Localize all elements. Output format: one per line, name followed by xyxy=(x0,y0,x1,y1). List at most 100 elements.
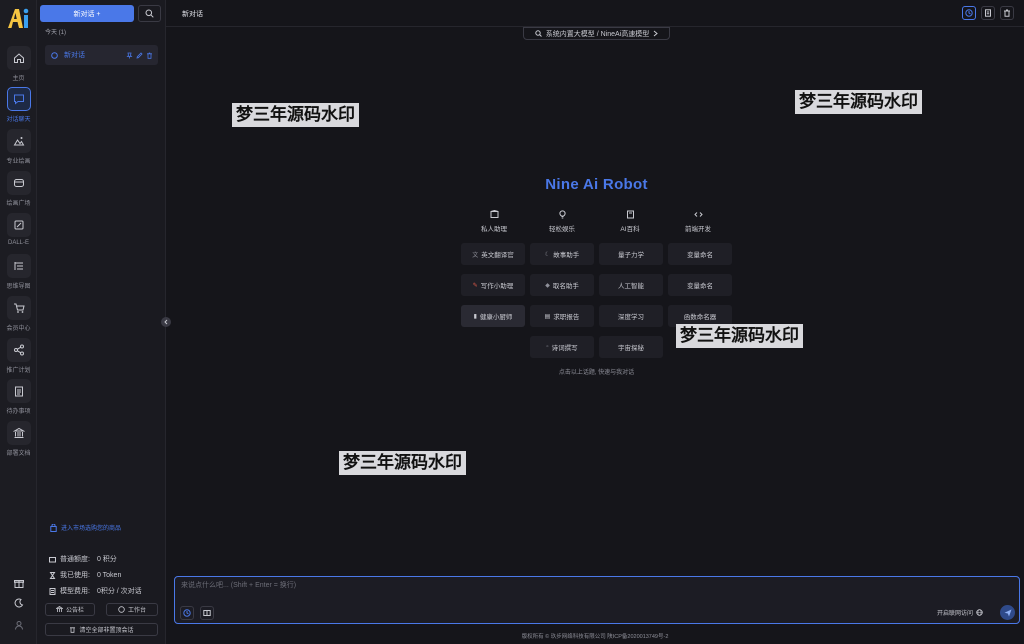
market-link-label: 进入市场选购您的商品 xyxy=(61,526,122,532)
prompt-button[interactable]: ▮ 健康小厨师 xyxy=(461,305,525,327)
rail-item-home[interactable]: 主页 xyxy=(0,46,37,86)
rail-item-dalle[interactable]: DALL-E xyxy=(0,213,37,253)
new-chat-button[interactable]: 新对话 + xyxy=(40,5,134,22)
box-icon xyxy=(490,209,498,218)
rail-label: 部署文档 xyxy=(6,451,31,457)
category-label: 私人助理 xyxy=(481,226,507,233)
welcome-hero: Nine Ai Robot 私人助理 轻松娱乐 AI百科 前端开发 文 英文翻译… xyxy=(460,176,733,376)
rail-item-todo[interactable]: 待办事项 xyxy=(0,379,37,419)
app-root: 主页 对话聊天 专业绘画 绘画广场 DALL-E 思维导图 会员中心 推广计划 xyxy=(0,0,1024,644)
book-icon xyxy=(626,210,634,219)
send-button[interactable] xyxy=(1000,605,1015,620)
balance-value: 0积分 / 次对话 xyxy=(96,588,142,595)
prompt-button[interactable]: ✎ 写作小助理 xyxy=(461,274,525,296)
prompt-button[interactable]: 变量命名 xyxy=(668,274,732,296)
history-tool-button[interactable] xyxy=(180,606,194,620)
brand-title: Nine Ai Robot xyxy=(545,176,648,193)
delete-chat-button[interactable] xyxy=(1000,6,1014,20)
trash-icon xyxy=(70,627,76,633)
chat-bubble-icon xyxy=(51,51,58,59)
pin-icon[interactable] xyxy=(126,52,133,59)
rail-label: 会员中心 xyxy=(6,326,31,332)
moon-icon xyxy=(14,598,23,608)
poem-icon: ▫ xyxy=(546,344,549,350)
prompt-button[interactable]: 宇宙探秘 xyxy=(599,336,663,358)
workbench-label: 工作台 xyxy=(127,608,146,614)
clear-conversations-button[interactable]: 清空全部非置顶会话 xyxy=(45,623,158,636)
announcement-label: 公告栏 xyxy=(65,608,84,614)
prompt-button[interactable]: ◆ 取名助手 xyxy=(530,274,594,296)
search-icon xyxy=(535,30,542,37)
globe-icon xyxy=(976,609,983,616)
delete-icon[interactable] xyxy=(146,52,153,59)
hourglass-icon xyxy=(49,571,56,579)
chat-list-panel: 新对话 + 今天 (1) 新对话 进入市场选购您的商品 普通额度: 0 积分 我… xyxy=(37,0,166,644)
watermark: 梦三年源码水印 xyxy=(339,451,466,475)
prompt-label: 取名助手 xyxy=(552,283,579,290)
category-label: AI百科 xyxy=(620,226,640,233)
clipboard-icon xyxy=(6,379,31,403)
balance-label: 我已使用: xyxy=(60,572,90,579)
market-link[interactable]: 进入市场选购您的商品 xyxy=(50,523,121,532)
prompt-button[interactable]: ☾ 故事助手 xyxy=(530,243,594,265)
prompt-button[interactable]: 量子力学 xyxy=(599,243,663,265)
translate-icon: 文 xyxy=(472,252,479,259)
chat-list-item[interactable]: 新对话 xyxy=(45,45,158,65)
message-input[interactable] xyxy=(181,580,881,596)
watermark: 梦三年源码水印 xyxy=(676,324,803,348)
prompt-label: 写作小助理 xyxy=(480,283,514,290)
announcement-button[interactable]: 公告栏 xyxy=(45,603,95,616)
prompt-button[interactable]: 文 英文翻译官 xyxy=(461,243,525,265)
footer-copyright: 版权所有 © 玖步网络科技有限公司 陕ICP备2020013749号-2 xyxy=(521,634,669,640)
document-icon xyxy=(985,9,991,17)
balance-label: 模型费用: xyxy=(60,588,90,595)
prompt-label: 人工智能 xyxy=(618,283,644,290)
top-toolbar xyxy=(962,6,1014,20)
category-personal-assistant: 私人助理 xyxy=(460,209,528,233)
edit-icon[interactable] xyxy=(136,51,143,59)
user-button[interactable] xyxy=(0,617,37,635)
bulb-icon xyxy=(558,210,566,219)
rail-label: 对话聊天 xyxy=(6,117,31,123)
clock-icon xyxy=(183,609,191,617)
search-icon xyxy=(145,9,154,18)
rail-item-docs[interactable]: 部署文档 xyxy=(0,421,37,461)
chevron-left-icon xyxy=(164,319,168,325)
rail-item-chat[interactable]: 对话聊天 xyxy=(0,87,37,127)
prompt-label: 故事助手 xyxy=(553,252,580,259)
workbench-button[interactable]: 工作台 xyxy=(106,603,158,616)
book-tool-button[interactable] xyxy=(200,606,214,620)
book-open-icon xyxy=(203,610,211,616)
model-selector[interactable]: 系统内置大模型 / NineAi高速模型 xyxy=(523,27,670,40)
chat-item-title: 新对话 xyxy=(64,52,85,59)
theme-toggle-button[interactable] xyxy=(0,595,37,613)
rail-item-painting[interactable]: 专业绘画 xyxy=(0,129,37,169)
rail-item-member[interactable]: 会员中心 xyxy=(0,296,37,336)
search-button[interactable] xyxy=(138,5,161,22)
prompt-hint: 点击以上话题, 快速与我对话 xyxy=(558,370,635,376)
prompt-button[interactable]: ▫ 诗词撰写 xyxy=(530,336,594,358)
collapse-panel-button[interactable] xyxy=(161,317,171,327)
web-access-toggle[interactable]: 开启联网访问 xyxy=(937,608,983,617)
prompt-label: 变量命名 xyxy=(687,252,713,259)
copy-button[interactable] xyxy=(981,6,995,20)
rail-item-promotion[interactable]: 推广计划 xyxy=(0,338,37,378)
prompt-button[interactable]: 深度学习 xyxy=(599,305,663,327)
prompt-button[interactable]: 变量命名 xyxy=(668,243,732,265)
prompt-button[interactable]: ▤ 求职报告 xyxy=(530,305,594,327)
code-icon xyxy=(693,212,703,217)
wallet-icon xyxy=(49,556,56,562)
message-composer: 开启联网访问 xyxy=(174,576,1020,624)
home-icon xyxy=(6,46,31,70)
prompt-label: 诗词撰写 xyxy=(551,345,578,352)
app-logo[interactable] xyxy=(6,6,32,30)
bank-icon xyxy=(55,606,63,612)
rail-label: DALL-E xyxy=(7,240,29,246)
rail-item-mindmap[interactable]: 思维导图 xyxy=(0,254,37,294)
balance-value: 0 Token xyxy=(96,571,122,579)
clear-conversations-label: 清空全部非置顶会话 xyxy=(79,628,134,634)
rail-item-gallery[interactable]: 绘画广场 xyxy=(0,171,37,211)
history-button[interactable] xyxy=(962,6,976,20)
gift-button[interactable] xyxy=(0,575,37,593)
prompt-button[interactable]: 人工智能 xyxy=(599,274,663,296)
